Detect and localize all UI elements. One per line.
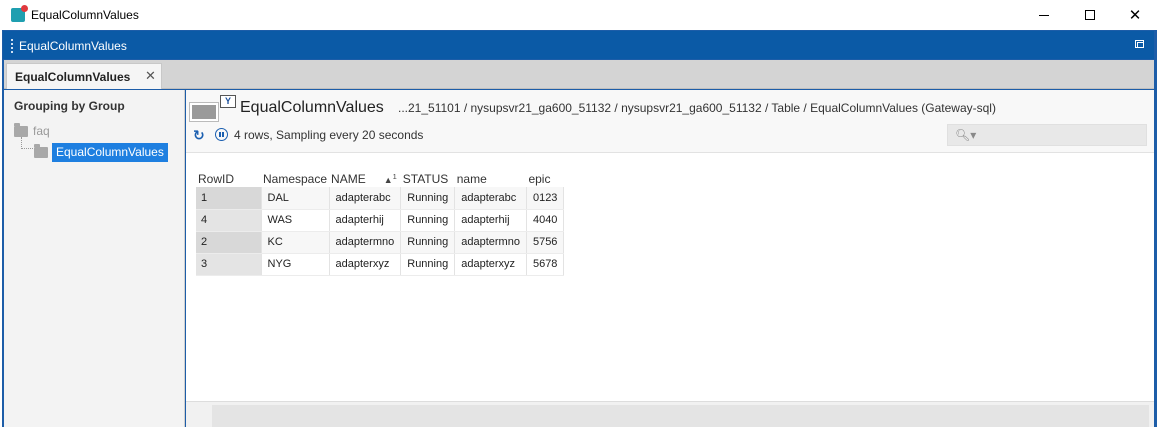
panel-title: EqualColumnValues	[240, 99, 384, 116]
minimize-icon	[1039, 14, 1049, 16]
tab-equalcolumnvalues[interactable]: EqualColumnValues ✕	[6, 63, 162, 89]
cell-name: adapterhij	[454, 209, 527, 232]
cell-epic: 0123	[526, 187, 565, 210]
folder-icon	[34, 144, 48, 158]
cell-rowid: 3	[196, 253, 262, 276]
minimize-button[interactable]	[1021, 0, 1067, 30]
sort-ascending-icon: ▲1	[383, 171, 397, 185]
pause-icon[interactable]	[215, 128, 228, 141]
column-header-namespace[interactable]: Namespace	[261, 170, 329, 187]
cell-name-upper: adapterxyz	[329, 253, 402, 276]
dataview-icon: Y	[189, 95, 236, 122]
cell-name: adapterabc	[454, 187, 527, 210]
maximize-button[interactable]	[1067, 0, 1113, 30]
inner-window-titlebar: EqualColumnValues	[3, 31, 1154, 59]
cell-epic: 5756	[526, 231, 565, 254]
data-table: RowID Namespace NAME ▲1 STATUS name epic …	[196, 170, 565, 276]
breadcrumb-path: ...21_51101 / nysupsvr21_ga600_51132 / n…	[398, 101, 996, 115]
cell-name: adaptermno	[454, 231, 527, 254]
cell-status: Running	[400, 253, 456, 276]
cell-name-upper: adapterabc	[329, 187, 402, 210]
main-panel: Y EqualColumnValues ...21_51101 / nysups…	[186, 90, 1154, 427]
cell-rowid: 2	[196, 231, 262, 254]
table-row[interactable]: 4 WAS adapterhij Running adapterhij 4040	[196, 209, 565, 232]
horizontal-scroll-track[interactable]	[212, 405, 1149, 427]
close-window-button[interactable]: ✕	[1112, 0, 1157, 30]
cell-name: adapterxyz	[454, 253, 527, 276]
cell-name-upper: adaptermno	[329, 231, 402, 254]
column-header-label: NAME	[331, 171, 366, 186]
restore-icon[interactable]	[1135, 40, 1144, 48]
column-header-rowid[interactable]: RowID	[196, 170, 261, 187]
tree-item-equalcolumnvalues[interactable]: EqualColumnValues	[34, 143, 168, 162]
tab-label: EqualColumnValues	[15, 70, 131, 84]
column-header-name[interactable]: name	[455, 170, 527, 187]
cell-rowid: 1	[196, 187, 262, 210]
refresh-icon[interactable]: ↻	[193, 127, 205, 144]
close-icon: ✕	[1128, 7, 1142, 24]
tab-strip: EqualColumnValues ✕	[4, 60, 1154, 89]
sampling-status: 4 rows, Sampling every 20 seconds	[234, 128, 424, 142]
app-icon	[11, 5, 28, 22]
window-title: EqualColumnValues	[31, 8, 139, 22]
cell-rowid: 4	[196, 209, 262, 232]
cell-status: Running	[400, 187, 456, 210]
search-input[interactable]: 🔍︎▾	[947, 124, 1147, 146]
tree-item-label: EqualColumnValues	[52, 143, 168, 162]
cell-epic: 5678	[526, 253, 565, 276]
table-header-row: RowID Namespace NAME ▲1 STATUS name epic	[196, 170, 564, 187]
cell-epic: 4040	[526, 209, 565, 232]
search-icon: 🔍︎▾	[955, 128, 977, 142]
cell-namespace: WAS	[261, 209, 330, 232]
cell-namespace: DAL	[261, 187, 330, 210]
sort-order: 1	[392, 171, 397, 181]
sidebar-heading: Grouping by Group	[14, 99, 125, 113]
inner-window-title: EqualColumnValues	[19, 39, 127, 53]
tree-connector	[21, 137, 33, 149]
table-row[interactable]: 1 DAL adapterabc Running adapterabc 0123	[196, 187, 565, 210]
cell-status: Running	[400, 231, 456, 254]
window-titlebar: EqualColumnValues ✕	[0, 0, 1157, 30]
table-row[interactable]: 2 KC adaptermno Running adaptermno 5756	[196, 231, 565, 254]
maximize-icon	[1085, 10, 1095, 20]
drag-grip-icon[interactable]	[11, 39, 14, 53]
tree-group-faq[interactable]: faq	[14, 122, 50, 138]
table-row[interactable]: 3 NYG adapterxyz Running adapterxyz 5678	[196, 253, 565, 276]
column-header-epic[interactable]: epic	[526, 170, 563, 187]
bottom-scrollbar	[186, 401, 1154, 427]
folder-icon	[14, 122, 28, 137]
tab-close-icon[interactable]: ✕	[145, 68, 156, 84]
column-header-name-upper[interactable]: NAME ▲1	[329, 170, 401, 187]
cell-namespace: KC	[261, 231, 330, 254]
filter-icon[interactable]: Y	[220, 95, 236, 108]
dataview-box-icon	[189, 102, 219, 122]
tree-group-label: faq	[33, 124, 50, 138]
cell-namespace: NYG	[261, 253, 330, 276]
cell-status: Running	[400, 209, 456, 232]
cell-name-upper: adapterhij	[329, 209, 402, 232]
sidebar: Grouping by Group faq EqualColumnValues	[4, 90, 185, 427]
column-header-status[interactable]: STATUS	[401, 170, 455, 187]
